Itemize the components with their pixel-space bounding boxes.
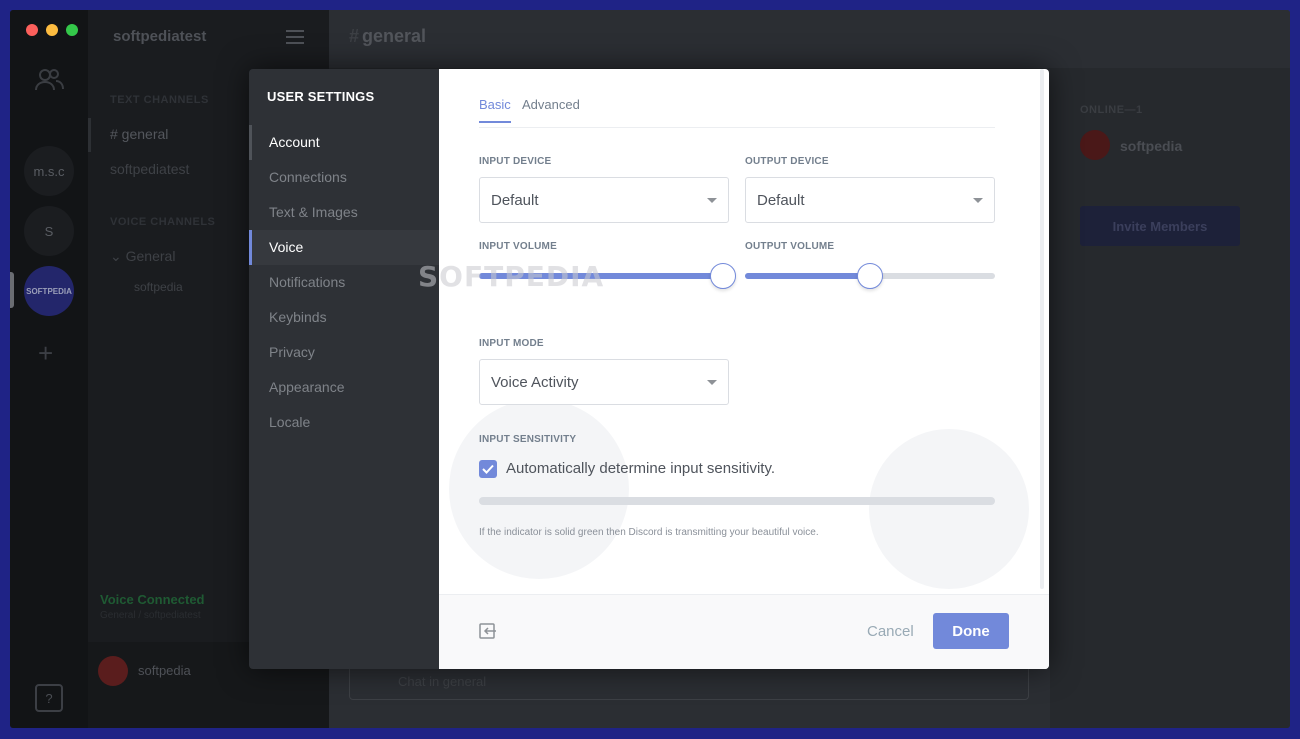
input-volume-slider[interactable] bbox=[479, 263, 736, 289]
nav-notifications[interactable]: Notifications bbox=[249, 265, 439, 300]
input-sensitivity-label: INPUT SENSITIVITY bbox=[479, 434, 577, 445]
input-mode-label: INPUT MODE bbox=[479, 338, 544, 349]
close-window-button[interactable] bbox=[26, 24, 38, 36]
chevron-down-icon: ⌄ bbox=[110, 248, 126, 264]
minimize-window-button[interactable] bbox=[46, 24, 58, 36]
cancel-button[interactable]: Cancel bbox=[867, 623, 914, 640]
background-decoration bbox=[869, 429, 1029, 589]
background-decoration bbox=[449, 399, 629, 579]
nav-voice[interactable]: Voice bbox=[249, 230, 439, 265]
channel-title: # general bbox=[349, 26, 427, 46]
channel-general[interactable]: # general bbox=[110, 126, 168, 142]
settings-tabs: Basic Advanced bbox=[479, 97, 995, 128]
output-device-label: OUTPUT DEVICE bbox=[745, 156, 829, 167]
logout-icon[interactable] bbox=[479, 623, 497, 644]
text-channels-header[interactable]: TEXT CHANNELS bbox=[110, 94, 209, 106]
member-avatar[interactable] bbox=[1080, 130, 1110, 160]
output-volume-label: OUTPUT VOLUME bbox=[745, 241, 835, 252]
tab-basic[interactable]: Basic bbox=[479, 97, 511, 123]
chevron-down-icon bbox=[707, 380, 717, 385]
server-icon-softpedia[interactable]: SOFTPEDIA bbox=[24, 266, 74, 316]
voice-connected-sub: General / softpediatest bbox=[100, 610, 201, 621]
zoom-window-button[interactable] bbox=[66, 24, 78, 36]
input-mode-select[interactable]: Voice Activity bbox=[479, 359, 729, 405]
panel-scrollbar[interactable] bbox=[1040, 69, 1044, 589]
nav-text-images[interactable]: Text & Images bbox=[249, 195, 439, 230]
hamburger-menu-icon[interactable] bbox=[286, 30, 304, 48]
channel-softpediatest[interactable]: softpediatest bbox=[110, 161, 189, 177]
active-channel-bar bbox=[88, 118, 91, 152]
input-device-label: INPUT DEVICE bbox=[479, 156, 552, 167]
user-name: softpedia bbox=[138, 663, 191, 678]
voice-channel-general[interactable]: ⌄ General bbox=[110, 248, 175, 265]
voice-settings-panel: Basic Advanced INPUT DEVICE Default OUTP… bbox=[439, 69, 1049, 669]
active-server-indicator bbox=[10, 272, 14, 308]
checkmark-icon bbox=[482, 464, 494, 474]
settings-nav: USER SETTINGS Account Connections Text &… bbox=[249, 69, 439, 669]
member-list: ONLINE—1 softpedia Invite Members bbox=[1050, 68, 1290, 728]
tab-advanced[interactable]: Advanced bbox=[522, 97, 580, 121]
sensitivity-meter bbox=[479, 497, 995, 505]
friends-icon[interactable] bbox=[24, 54, 74, 104]
chevron-down-icon bbox=[973, 198, 983, 203]
sensitivity-hint: If the indicator is solid green then Dis… bbox=[479, 527, 819, 538]
server-rail: m.s.c S SOFTPEDIA + ? bbox=[10, 10, 88, 728]
auto-sensitivity-label[interactable]: Automatically determine input sensitivit… bbox=[506, 460, 775, 477]
server-name[interactable]: softpediatest bbox=[113, 28, 206, 45]
user-settings-modal: USER SETTINGS Account Connections Text &… bbox=[249, 69, 1049, 669]
input-volume-label: INPUT VOLUME bbox=[479, 241, 557, 252]
done-button[interactable]: Done bbox=[933, 613, 1009, 649]
add-server-icon[interactable]: + bbox=[38, 338, 53, 369]
auto-sensitivity-checkbox[interactable] bbox=[479, 460, 497, 478]
nav-connections[interactable]: Connections bbox=[249, 160, 439, 195]
help-icon[interactable]: ? bbox=[35, 684, 63, 712]
window-controls bbox=[26, 24, 78, 36]
slider-handle[interactable] bbox=[857, 263, 883, 289]
member-name[interactable]: softpedia bbox=[1120, 138, 1182, 154]
nav-keybinds[interactable]: Keybinds bbox=[249, 300, 439, 335]
voice-user[interactable]: softpedia bbox=[134, 280, 183, 294]
output-device-select[interactable]: Default bbox=[745, 177, 995, 223]
input-device-select[interactable]: Default bbox=[479, 177, 729, 223]
settings-footer: Cancel Done bbox=[439, 594, 1049, 669]
voice-connected-status: Voice Connected bbox=[100, 592, 205, 607]
nav-appearance[interactable]: Appearance bbox=[249, 370, 439, 405]
nav-account[interactable]: Account bbox=[249, 125, 439, 160]
nav-privacy[interactable]: Privacy bbox=[249, 335, 439, 370]
nav-locale[interactable]: Locale bbox=[249, 405, 439, 440]
server-icon-msc[interactable]: m.s.c bbox=[24, 146, 74, 196]
online-header: ONLINE—1 bbox=[1080, 104, 1143, 116]
server-icon-s[interactable]: S bbox=[24, 206, 74, 256]
slider-handle[interactable] bbox=[710, 263, 736, 289]
voice-channels-header[interactable]: VOICE CHANNELS bbox=[110, 216, 215, 228]
output-volume-slider[interactable] bbox=[745, 263, 995, 289]
avatar[interactable] bbox=[98, 656, 128, 686]
chevron-down-icon bbox=[707, 198, 717, 203]
invite-members-button[interactable]: Invite Members bbox=[1080, 206, 1240, 246]
settings-title: USER SETTINGS bbox=[267, 89, 375, 104]
